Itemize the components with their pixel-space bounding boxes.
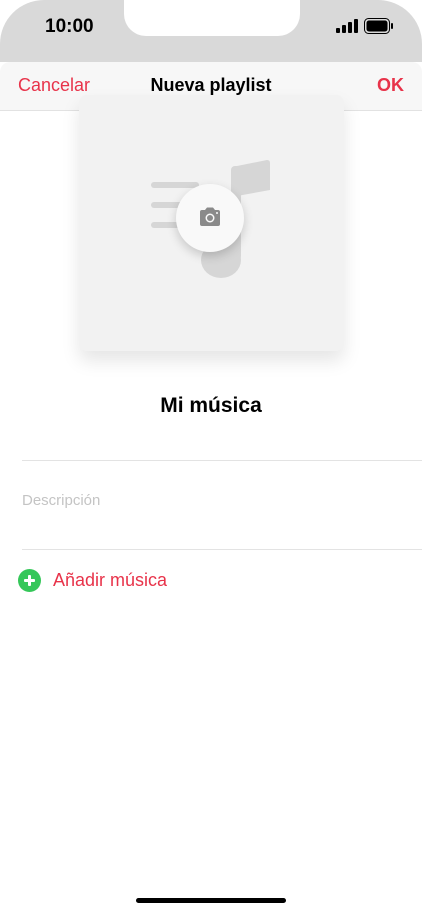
camera-button[interactable] xyxy=(176,184,244,252)
add-icon xyxy=(18,569,41,592)
add-music-label: Añadir música xyxy=(53,570,168,590)
status-time: 10:00 xyxy=(45,16,94,37)
battery-icon xyxy=(364,18,393,34)
divider xyxy=(22,460,422,461)
signal-icon xyxy=(336,19,358,33)
notch xyxy=(124,0,300,36)
status-bar: 10:00 xyxy=(0,0,422,62)
page-title: Nueva playlist xyxy=(150,75,272,95)
description-field[interactable]: Descripción xyxy=(22,492,100,509)
ok-button[interactable]: OK xyxy=(377,75,404,96)
playlist-artwork[interactable] xyxy=(79,95,344,351)
camera-icon xyxy=(200,207,220,226)
divider xyxy=(22,549,422,550)
home-indicator[interactable] xyxy=(136,898,286,903)
playlist-name-field[interactable]: Mi música xyxy=(0,394,422,418)
